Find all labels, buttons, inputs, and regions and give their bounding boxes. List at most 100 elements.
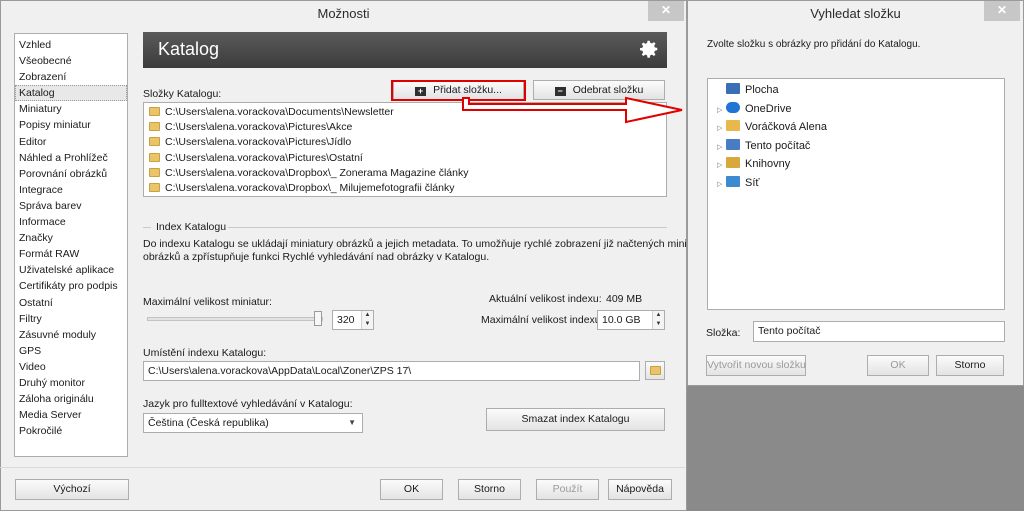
- options-close-icon[interactable]: ✕: [648, 1, 684, 21]
- options-nav-list: Vzhled Všeobecné Zobrazení Katalog Miniatury…: [14, 33, 128, 457]
- index-location-label: Umístění indexu Katalogu:: [143, 347, 267, 359]
- apply-button[interactable]: Použít: [536, 479, 599, 500]
- max-thumb-label: Maximální velikost miniatur:: [143, 296, 272, 308]
- gear-icon[interactable]: [638, 38, 660, 60]
- tree-item[interactable]: ▷ Tento počítač: [708, 138, 810, 155]
- folder-path: C:\Users\alena.vorackova\Pictures\Ostatn…: [165, 151, 363, 164]
- thumb-size-slider-handle[interactable]: [313, 311, 322, 326]
- index-description-line2: obrázků a zpřístupňuje funkci Rychlé vyh…: [143, 251, 490, 263]
- folder-icon: [149, 137, 160, 147]
- tree-item-label: Knihovny: [745, 158, 791, 171]
- folder-icon: [149, 122, 160, 132]
- tree-item[interactable]: ▷ Síť: [708, 175, 760, 192]
- max-index-spinner[interactable]: 10.0 GB ▲ ▼: [597, 310, 665, 330]
- nav-item[interactable]: Všeobecné: [15, 53, 127, 69]
- nav-item[interactable]: Správa barev: [15, 198, 127, 214]
- ok-button[interactable]: OK: [380, 479, 443, 500]
- folder-icon: [149, 182, 160, 192]
- folder-row[interactable]: C:\Users\alena.vorackova\Pictures\Jídlo: [144, 135, 666, 150]
- folder-path: C:\Users\alena.vorackova\Documents\Newsl…: [165, 106, 394, 118]
- nav-item[interactable]: GPS: [15, 343, 127, 359]
- options-title: Možnosti: [317, 6, 370, 21]
- nav-item[interactable]: Informace: [15, 214, 127, 230]
- nav-item[interactable]: Certifikáty pro podpis: [15, 278, 127, 294]
- nav-item[interactable]: Ostatní: [15, 295, 127, 311]
- nav-item[interactable]: Porovnání obrázků: [15, 166, 127, 182]
- nav-item[interactable]: Zobrazení: [15, 69, 127, 85]
- nav-item[interactable]: Popisy miniatur: [15, 117, 127, 133]
- nav-item[interactable]: Editor: [15, 134, 127, 150]
- tree-item[interactable]: Plocha: [708, 82, 779, 99]
- nav-item[interactable]: Značky: [15, 230, 127, 246]
- nav-item[interactable]: Zásuvné moduly: [15, 327, 127, 343]
- tree-item[interactable]: ▷ Voráčková Alena: [708, 119, 827, 136]
- expand-arrow-icon[interactable]: ▷: [717, 120, 726, 137]
- nav-item[interactable]: Vzhled: [15, 37, 127, 53]
- folder-icon: [149, 167, 160, 177]
- catalog-folders-label: Složky Katalogu:: [143, 88, 222, 100]
- nav-item[interactable]: Miniatury: [15, 101, 127, 117]
- nav-item[interactable]: Formát RAW: [15, 246, 127, 262]
- tree-item-label: OneDrive: [745, 102, 792, 115]
- index-location-field[interactable]: C:\Users\alena.vorackova\AppData\Local\Z…: [143, 361, 640, 381]
- expand-arrow-icon[interactable]: ▷: [717, 139, 726, 156]
- help-button[interactable]: Nápověda: [608, 479, 672, 500]
- nav-item[interactable]: Náhled a Prohlížeč: [15, 150, 127, 166]
- nav-item[interactable]: Záloha originálu: [15, 391, 127, 407]
- nav-item[interactable]: Pokročilé: [15, 423, 127, 439]
- browse-cancel-button[interactable]: Storno: [936, 355, 1004, 376]
- tree-item[interactable]: ▷ Knihovny: [708, 156, 790, 173]
- cancel-button[interactable]: Storno: [458, 479, 521, 500]
- language-select[interactable]: Čeština (Česká republika) ▼: [143, 413, 363, 433]
- section-header: Katalog: [143, 32, 667, 68]
- expand-arrow-icon[interactable]: ▷: [717, 176, 726, 193]
- spinner-arrows-icon[interactable]: ▲ ▼: [361, 311, 373, 329]
- nav-item[interactable]: Katalog: [15, 85, 127, 102]
- folder-icon: [149, 107, 160, 116]
- expand-arrow-icon[interactable]: ▷: [717, 102, 726, 119]
- max-index-label: Maximální velikost indexu:: [481, 314, 604, 326]
- section-title: Katalog: [158, 39, 220, 59]
- nav-item[interactable]: Video: [15, 359, 127, 375]
- default-button[interactable]: Výchozí: [15, 479, 129, 500]
- tree-item[interactable]: ▷ OneDrive: [708, 101, 791, 118]
- callout-arrow: [462, 96, 683, 124]
- nav-item[interactable]: Uživatelské aplikace: [15, 262, 127, 278]
- folder-path: C:\Users\alena.vorackova\Dropbox\_ Zoner…: [165, 166, 469, 179]
- nav-item[interactable]: Druhý monitor: [15, 375, 127, 391]
- options-titlebar: Možnosti ✕: [1, 1, 686, 29]
- nav-item[interactable]: Media Server: [15, 407, 127, 423]
- index-group-label: Index Katalogu: [156, 221, 227, 233]
- folder-field[interactable]: Tento počítač: [753, 321, 1005, 342]
- clear-index-button[interactable]: Smazat index Katalogu: [486, 408, 665, 431]
- tree-item-label: Síť: [745, 177, 760, 189]
- folder-row[interactable]: C:\Users\alena.vorackova\Dropbox\_ Zoner…: [144, 166, 666, 181]
- folder-tree[interactable]: Plocha ▷ OneDrive ▷ Voráčková Alena ▷ Tento po…: [707, 78, 1005, 310]
- folder-icon: [650, 366, 661, 375]
- user-folder-icon: [726, 120, 740, 132]
- browse-ok-button[interactable]: OK: [867, 355, 929, 376]
- thumb-size-spinner[interactable]: 320 ▲ ▼: [332, 310, 374, 330]
- browse-close-icon[interactable]: ✕: [984, 1, 1020, 21]
- browse-instruction: Zvolte složku s obrázky pro přidání do K…: [707, 39, 921, 50]
- nav-item[interactable]: Filtry: [15, 311, 127, 327]
- browse-folder-button[interactable]: [645, 361, 665, 380]
- group-divider: [228, 227, 667, 228]
- folder-row[interactable]: C:\Users\alena.vorackova\Dropbox\_ Miluj…: [144, 181, 666, 196]
- index-description-line1: Do indexu Katalogu se ukládají miniatury…: [143, 238, 705, 250]
- folder-row[interactable]: C:\Users\alena.vorackova\Pictures\Ostatn…: [144, 151, 666, 166]
- computer-icon: [726, 138, 740, 150]
- thumb-size-slider-track[interactable]: [147, 317, 323, 321]
- nav-item[interactable]: Integrace: [15, 182, 127, 198]
- browse-title: Vyhledat složku: [810, 6, 901, 21]
- browse-titlebar: Vyhledat složku ✕: [688, 1, 1023, 29]
- spinner-arrows-icon[interactable]: ▲ ▼: [652, 311, 664, 329]
- new-folder-button[interactable]: Vytvořit novou složku: [706, 355, 806, 376]
- current-index-label: Aktuální velikost indexu:: [489, 293, 602, 305]
- folder-label: Složka:: [706, 327, 741, 339]
- cloud-icon: [726, 101, 740, 113]
- expand-arrow-icon[interactable]: ▷: [717, 157, 726, 174]
- language-label: Jazyk pro fulltextové vyhledávání v Kata…: [143, 398, 353, 410]
- network-icon: [726, 176, 740, 187]
- tree-item-label: Tento počítač: [745, 139, 811, 152]
